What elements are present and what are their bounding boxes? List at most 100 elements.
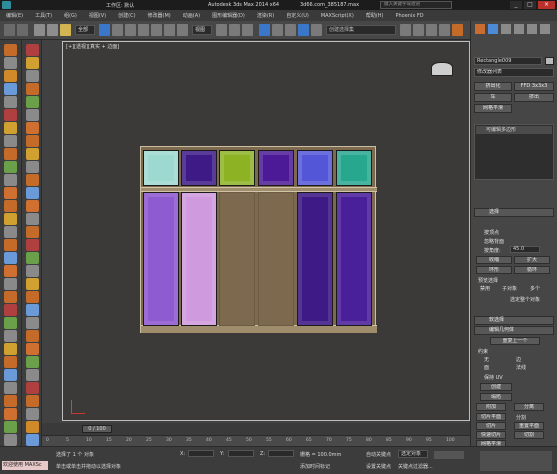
y-coord-field[interactable]	[228, 450, 254, 457]
menu-item-11[interactable]: 帮助(H)	[366, 12, 384, 19]
tool-icon-1-23[interactable]	[26, 343, 39, 355]
add-time-tag-button[interactable]: 添加时间标记	[300, 463, 330, 470]
workspace-select[interactable]: 工作区: 默认	[106, 2, 134, 9]
menu-item-1[interactable]: 工具(T)	[35, 12, 52, 19]
motion-tab-icon[interactable]	[514, 24, 524, 34]
tool-icon-0-20[interactable]	[4, 304, 17, 316]
utilities-tab-icon[interactable]	[540, 24, 550, 34]
upper-door-5[interactable]	[336, 150, 372, 186]
link-icon[interactable]	[34, 24, 45, 36]
key-filters-button[interactable]: 关键点过滤器...	[398, 463, 433, 470]
minimize-button[interactable]: _	[510, 1, 522, 9]
tool-icon-0-15[interactable]	[4, 239, 17, 251]
tool-icon-0-21[interactable]	[4, 317, 17, 329]
tool-icon-1-10[interactable]	[26, 174, 39, 186]
keyboard-shortcut-icon[interactable]	[242, 24, 253, 36]
angle-spinner[interactable]: 45.0	[510, 246, 540, 253]
slice-plane-button[interactable]: 切片平面	[476, 413, 506, 421]
tool-icon-0-7[interactable]	[4, 135, 17, 147]
tool-icon-0-26[interactable]	[4, 382, 17, 394]
tool-icon-1-26[interactable]	[26, 382, 39, 394]
menu-item-7[interactable]: 图形编辑器(D)	[212, 12, 245, 19]
tool-icon-1-19[interactable]	[26, 291, 39, 303]
tool-icon-0-23[interactable]	[4, 343, 17, 355]
reset-plane-button[interactable]: 重置平面	[514, 422, 544, 430]
tool-icon-1-29[interactable]	[26, 421, 39, 433]
constraint-none-radio[interactable]: 无	[484, 356, 489, 363]
tool-icon-0-30[interactable]	[4, 434, 17, 446]
tool-icon-1-7[interactable]	[26, 135, 39, 147]
menu-item-2[interactable]: 组(G)	[64, 12, 77, 19]
soft-selection-rollout-header[interactable]: 软选择	[474, 316, 554, 325]
menu-item-10[interactable]: MAXScript(X)	[321, 13, 354, 19]
undo-icon[interactable]	[4, 24, 15, 36]
tool-icon-0-24[interactable]	[4, 356, 17, 368]
tool-icon-0-16[interactable]	[4, 252, 17, 264]
tool-icon-1-0[interactable]	[26, 44, 39, 56]
maxscript-listener[interactable]: 欢迎使用 MAXSc	[2, 461, 48, 470]
edit-geometry-rollout-header[interactable]: 编辑几何体	[474, 326, 554, 335]
lower-door-0[interactable]	[143, 192, 179, 326]
attach-button[interactable]: 附加	[476, 403, 506, 411]
align-icon[interactable]	[413, 24, 424, 36]
lower-door-4[interactable]	[297, 192, 333, 326]
preview-multi-radio[interactable]: 多个	[530, 285, 540, 292]
scale-icon[interactable]	[177, 24, 188, 36]
create-tab-icon[interactable]	[475, 24, 485, 34]
percent-snap-icon[interactable]	[285, 24, 296, 36]
tool-icon-1-24[interactable]	[26, 356, 39, 368]
cut-button[interactable]: 切割	[514, 431, 544, 439]
x-coord-field[interactable]	[188, 450, 214, 457]
tool-icon-1-6[interactable]	[26, 122, 39, 134]
quickslice-button[interactable]: 快速切片	[476, 431, 506, 439]
upper-door-0[interactable]	[143, 150, 179, 186]
tool-icon-1-25[interactable]	[26, 369, 39, 381]
create-button[interactable]: 创建	[480, 383, 512, 391]
modifier-list-dropdown[interactable]: 修改器列表	[474, 68, 554, 77]
move-icon[interactable]	[151, 24, 162, 36]
upper-door-2[interactable]	[219, 150, 255, 186]
tool-icon-1-22[interactable]	[26, 330, 39, 342]
constraint-edge-radio[interactable]: 边	[516, 356, 521, 363]
upper-door-4[interactable]	[297, 150, 333, 186]
tool-icon-0-4[interactable]	[4, 96, 17, 108]
tool-icon-1-12[interactable]	[26, 200, 39, 212]
rotate-icon[interactable]	[164, 24, 175, 36]
menu-item-12[interactable]: Phoenix FD	[395, 13, 423, 19]
selection-filter-dropdown[interactable]: 全部	[75, 25, 95, 35]
tool-icon-1-5[interactable]	[26, 109, 39, 121]
tool-icon-1-30[interactable]	[26, 434, 39, 446]
mirror-icon[interactable]	[400, 24, 411, 36]
tool-icon-0-13[interactable]	[4, 213, 17, 225]
tool-icon-0-27[interactable]	[4, 395, 17, 407]
set-key-button[interactable]: 设置关键点	[366, 463, 391, 470]
hierarchy-tab-icon[interactable]	[501, 24, 511, 34]
curve-editor-icon[interactable]	[439, 24, 450, 36]
object-name-field[interactable]: Rectangle009	[474, 57, 542, 65]
tool-icon-1-20[interactable]	[26, 304, 39, 316]
tool-icon-1-8[interactable]	[26, 148, 39, 160]
tool-icon-0-1[interactable]	[4, 57, 17, 69]
viewport-label[interactable]: [+][透视][真实 + 边面]	[66, 43, 119, 50]
layer-manager-icon[interactable]	[426, 24, 437, 36]
tool-icon-0-18[interactable]	[4, 278, 17, 290]
extrude-button[interactable]: 挤出	[514, 93, 554, 102]
bind-spacewarp-icon[interactable]	[60, 24, 71, 36]
time-slider[interactable]: 0 / 100	[42, 423, 470, 435]
z-coord-field[interactable]	[268, 450, 294, 457]
spinner-snap-icon[interactable]	[298, 24, 309, 36]
by-angle-checkbox[interactable]: 按角度:	[484, 247, 501, 254]
angle-snap-icon[interactable]	[272, 24, 283, 36]
window-crossing-icon[interactable]	[138, 24, 149, 36]
lower-door-2[interactable]	[219, 192, 255, 326]
tool-icon-0-25[interactable]	[4, 369, 17, 381]
display-tab-icon[interactable]	[527, 24, 537, 34]
menu-item-6[interactable]: 动画(A)	[183, 12, 200, 19]
viewcube-icon[interactable]	[431, 62, 453, 76]
split-checkbox[interactable]: 分割	[516, 414, 526, 421]
menu-item-8[interactable]: 渲染(R)	[257, 12, 274, 19]
upper-door-1[interactable]	[181, 150, 217, 186]
redo-icon[interactable]	[17, 24, 28, 36]
detach-button[interactable]: 分离	[514, 403, 544, 411]
pivot-center-icon[interactable]	[216, 24, 227, 36]
